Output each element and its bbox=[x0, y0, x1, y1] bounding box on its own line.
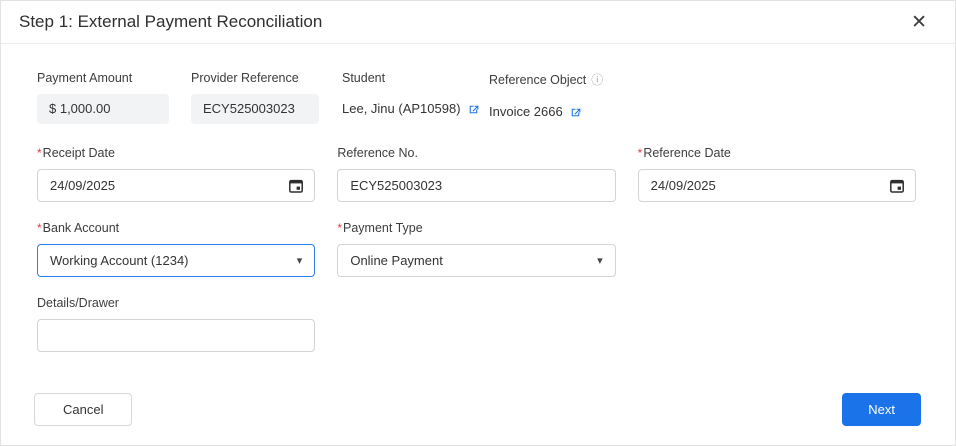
reference-date-label: *Reference Date bbox=[638, 146, 916, 160]
reference-date-field: *Reference Date bbox=[638, 146, 916, 202]
chevron-down-icon: ▾ bbox=[597, 254, 603, 267]
payment-type-label: *Payment Type bbox=[337, 221, 615, 235]
required-marker: * bbox=[37, 146, 42, 160]
bank-account-selected-value: Working Account (1234) bbox=[50, 253, 189, 268]
provider-reference-label: Provider Reference bbox=[191, 71, 342, 85]
student-label: Student bbox=[342, 71, 489, 85]
cancel-button[interactable]: Cancel bbox=[34, 393, 132, 426]
chevron-down-icon: ▾ bbox=[297, 254, 303, 267]
reference-no-label: Reference No. bbox=[337, 146, 615, 160]
payment-reconciliation-dialog: Step 1: External Payment Reconciliation … bbox=[0, 0, 956, 446]
required-marker: * bbox=[638, 146, 643, 160]
reference-no-field: Reference No. bbox=[337, 146, 615, 202]
payment-type-selected-value: Online Payment bbox=[350, 253, 443, 268]
receipt-date-input[interactable] bbox=[37, 169, 315, 202]
bank-account-select[interactable]: Working Account (1234) ▾ bbox=[37, 244, 315, 277]
payment-amount-label: Payment Amount bbox=[37, 71, 191, 85]
calendar-icon[interactable] bbox=[288, 178, 304, 194]
payment-type-select[interactable]: Online Payment ▾ bbox=[337, 244, 615, 277]
calendar-icon[interactable] bbox=[889, 178, 905, 194]
bank-account-field: *Bank Account Working Account (1234) ▾ bbox=[37, 221, 315, 277]
reference-object-value: Invoice 2666 bbox=[489, 97, 563, 127]
required-marker: * bbox=[337, 221, 342, 235]
reference-date-input[interactable] bbox=[638, 169, 916, 202]
invoice-external-link-icon[interactable] bbox=[569, 106, 582, 119]
reference-object-label: Reference Objectⓘ bbox=[489, 71, 916, 88]
details-drawer-label: Details/Drawer bbox=[37, 296, 315, 310]
next-button[interactable]: Next bbox=[842, 393, 921, 426]
student-value: Lee, Jinu (AP10598) bbox=[342, 94, 461, 124]
form-row-dates: *Receipt Date Reference No. bbox=[37, 146, 916, 202]
close-icon[interactable]: ✕ bbox=[903, 9, 935, 36]
reference-no-input[interactable] bbox=[337, 169, 615, 202]
provider-reference-value: ECY525003023 bbox=[191, 94, 319, 124]
summary-row: Payment Amount $ 1,000.00 Provider Refer… bbox=[37, 71, 916, 127]
payment-amount-field: Payment Amount $ 1,000.00 bbox=[37, 71, 191, 127]
required-marker: * bbox=[37, 221, 42, 235]
dialog-footer: Cancel Next bbox=[1, 393, 955, 426]
dialog-body: Payment Amount $ 1,000.00 Provider Refer… bbox=[1, 44, 955, 352]
payment-type-field: *Payment Type Online Payment ▾ bbox=[337, 221, 615, 277]
bank-account-label: *Bank Account bbox=[37, 221, 315, 235]
form-row-account: *Bank Account Working Account (1234) ▾ *… bbox=[37, 221, 916, 277]
details-drawer-field: Details/Drawer bbox=[37, 296, 315, 352]
receipt-date-field: *Receipt Date bbox=[37, 146, 315, 202]
details-drawer-input[interactable] bbox=[37, 319, 315, 352]
student-field: Student Lee, Jinu (AP10598) bbox=[342, 71, 489, 127]
provider-reference-field: Provider Reference ECY525003023 bbox=[191, 71, 342, 127]
reference-object-field: Reference Objectⓘ Invoice 2666 bbox=[489, 71, 916, 127]
receipt-date-label: *Receipt Date bbox=[37, 146, 315, 160]
student-external-link-icon[interactable] bbox=[467, 103, 480, 116]
dialog-header: Step 1: External Payment Reconciliation … bbox=[1, 1, 955, 44]
form-row-details: Details/Drawer bbox=[37, 296, 916, 352]
payment-amount-value: $ 1,000.00 bbox=[37, 94, 169, 124]
dialog-title: Step 1: External Payment Reconciliation bbox=[19, 12, 903, 32]
info-icon: ⓘ bbox=[591, 73, 603, 87]
